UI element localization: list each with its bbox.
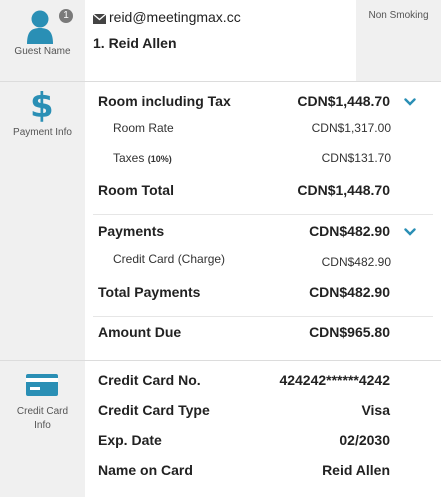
payment-section-label: Payment Info [13, 127, 72, 138]
credit-card-charge-value: CDN$482.90 [321, 255, 391, 269]
exp-date-value: 02/2030 [339, 432, 390, 448]
guest-section-label: Guest Name [14, 46, 71, 57]
credit-card-section-label: Credit Card Info [0, 405, 85, 433]
taxes-text: Taxes [113, 151, 145, 165]
total-payments-value: CDN$482.90 [309, 284, 390, 300]
credit-card-icon [26, 374, 58, 396]
credit-card-section-label-line2: Info [34, 420, 51, 431]
chevron-down-icon[interactable] [404, 93, 416, 106]
card-type-value: Visa [361, 402, 390, 418]
taxes-label: Taxes (10%) [113, 151, 172, 165]
user-icon [27, 10, 53, 44]
name-on-card-value: Reid Allen [322, 462, 390, 478]
room-preference: Non Smoking [368, 10, 429, 21]
dollar-icon: $ [30, 86, 54, 126]
envelope-icon [92, 11, 107, 24]
name-on-card-label: Name on Card [98, 462, 193, 478]
guest-email[interactable]: reid@meetingmax.cc [109, 9, 241, 25]
amount-due-label: Amount Due [98, 324, 182, 340]
taxes-percent: (10%) [147, 154, 172, 164]
guest-name: 1. Reid Allen [93, 35, 177, 51]
exp-date-label: Exp. Date [98, 432, 162, 448]
room-rate-value: CDN$1,317.00 [311, 121, 391, 135]
row-separator [93, 214, 433, 215]
row-separator [93, 316, 433, 317]
card-number-label: Credit Card No. [98, 372, 201, 388]
room-including-tax-value: CDN$1,448.70 [297, 93, 390, 109]
room-total-value: CDN$1,448.70 [297, 182, 390, 198]
chevron-down-icon[interactable] [404, 223, 416, 236]
amount-due-value: CDN$965.80 [309, 324, 390, 340]
room-including-tax-label: Room including Tax [98, 93, 231, 109]
credit-card-section-label-line1: Credit Card [16, 406, 69, 417]
payments-value: CDN$482.90 [309, 223, 390, 239]
card-number-value: 424242******4242 [279, 372, 390, 388]
payments-label: Payments [98, 223, 165, 239]
guest-count-badge: 1 [59, 9, 73, 23]
card-type-label: Credit Card Type [98, 402, 210, 418]
taxes-value: CDN$131.70 [321, 151, 391, 165]
total-payments-label: Total Payments [98, 284, 201, 300]
room-rate-label: Room Rate [113, 121, 174, 135]
credit-card-charge-label: Credit Card (Charge) [113, 252, 226, 266]
room-total-label: Room Total [98, 182, 174, 198]
